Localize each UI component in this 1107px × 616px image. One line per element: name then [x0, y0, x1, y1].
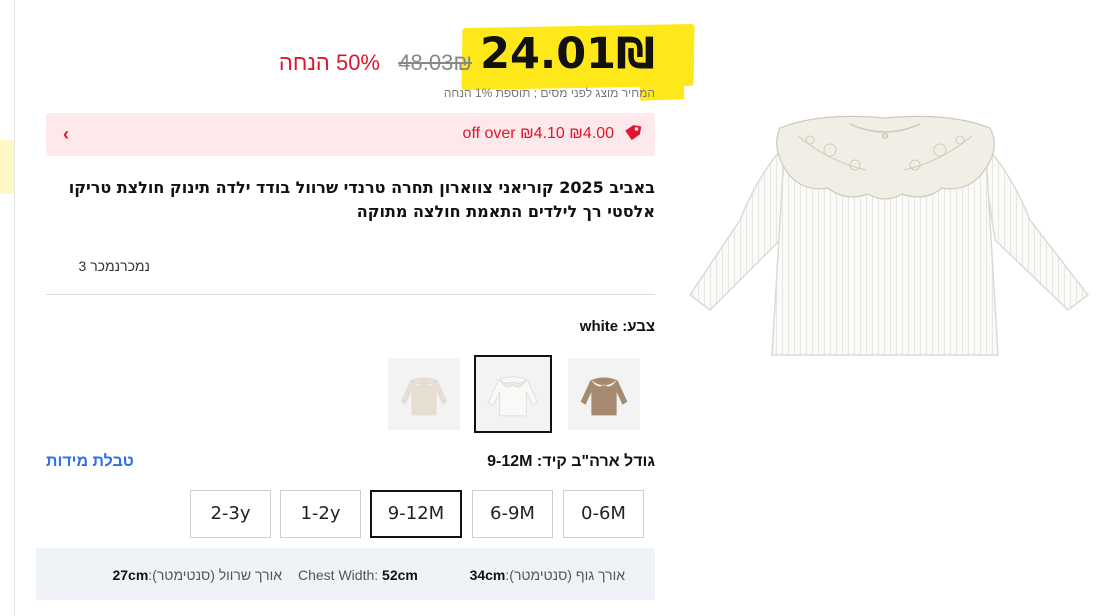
chest-width-value: 52cm — [382, 567, 418, 583]
size-label: גודל ארה"ב קיד: 9-12M — [487, 453, 655, 470]
tag-icon — [622, 123, 642, 145]
color-label: צבע: white — [579, 318, 655, 335]
size-option-9-12m[interactable]: 9-12M — [370, 490, 462, 538]
product-title: באביב 2025 קוריאני צווארון תחרה טרנדי שר… — [68, 178, 655, 221]
chest-width-measure: Chest Width: 52cm — [298, 565, 438, 585]
discount-label: 50% הנחה — [278, 50, 380, 75]
color-swatch-white[interactable] — [474, 355, 552, 433]
sleeve-length-value: 27cm — [112, 567, 149, 583]
color-swatch-brown[interactable] — [568, 358, 640, 430]
tax-note: המחיר מוצג לפני מסים ; תוספת 1% הנחה — [443, 86, 655, 100]
chest-width-label: Chest Width: — [298, 567, 379, 583]
coupon-text: ₪4.00 ₪4.10 off over — [462, 125, 614, 142]
size-option-6-9m[interactable]: 6-9M — [472, 490, 553, 538]
color-swatch-beige[interactable] — [388, 358, 460, 430]
body-length-value: 34cm — [469, 567, 506, 583]
page-edge-divider — [14, 0, 15, 616]
section-divider — [46, 294, 655, 295]
sold-count: נמכרנמכר 3 — [78, 258, 150, 274]
sleeve-length-label: אורך שרוול (סנטימטר): — [148, 567, 282, 583]
chevron-left-icon[interactable]: ‹ — [58, 122, 74, 146]
body-length-measure: אורך גוף (סנטימטר):34cm — [455, 565, 625, 585]
sleeve-length-measure: אורך שרוול (סנטימטר):27cm — [100, 565, 282, 585]
size-option-1-2y[interactable]: 1-2y — [280, 490, 361, 538]
body-length-label: אורך גוף (סנטימטר): — [505, 567, 625, 583]
current-price: 24.01₪ — [480, 29, 655, 79]
size-option-2-3y[interactable]: 2-3y — [190, 490, 271, 538]
side-highlight-fragment — [0, 140, 14, 194]
size-chart-link[interactable]: טבלת מידות — [46, 452, 146, 472]
product-image[interactable] — [680, 110, 1098, 360]
original-price: 48.03₪ — [398, 50, 472, 75]
size-option-0-6m[interactable]: 0-6M — [563, 490, 644, 538]
